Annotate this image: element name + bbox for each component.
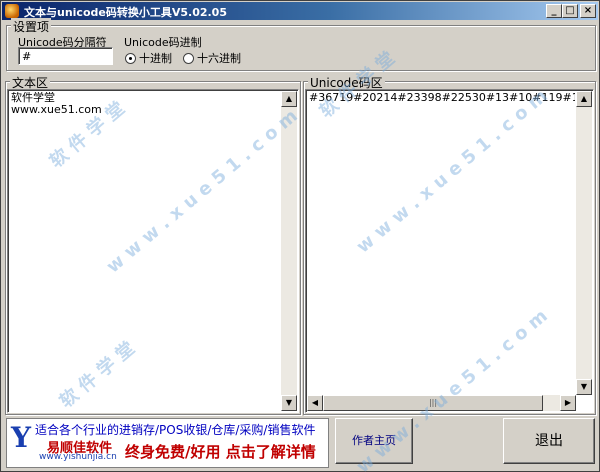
scroll-right-arrow-icon[interactable]: ▶ <box>560 395 576 411</box>
radio-hexadecimal-indicator[interactable] <box>183 52 194 64</box>
window-title: 文本与unicode码转换小工具V5.02.05 <box>24 6 227 19</box>
scroll-up-arrow-icon[interactable]: ▲ <box>576 91 592 107</box>
ad-url[interactable]: www.yishunjia.cn <box>39 452 117 462</box>
ad-banner[interactable]: Y 适合各个行业的进销存/POS收银/仓库/采购/销售软件 易顺佳软件 www.… <box>6 418 329 468</box>
scroll-thumb[interactable]: ||| <box>323 395 543 411</box>
settings-group: 设置项 Unicode码分隔符 Unicode码进制 十进制 十六进制 <box>6 18 596 71</box>
separator-input[interactable] <box>18 47 113 65</box>
radio-decimal-label: 十进制 <box>139 52 172 65</box>
scroll-left-arrow-icon[interactable]: ◀ <box>307 395 323 411</box>
author-homepage-button[interactable]: 作者主页 <box>335 418 413 464</box>
text-area-group: 文本区 软件学堂 www.xue51.com ▲ ▼ <box>5 74 301 415</box>
close-button[interactable]: × <box>580 4 596 18</box>
text-content[interactable]: 软件学堂 www.xue51.com <box>11 92 280 116</box>
scroll-down-arrow-icon[interactable]: ▼ <box>281 395 297 411</box>
unicode-vertical-scrollbar[interactable]: ▲ ▼ <box>576 91 592 395</box>
scroll-down-arrow-icon[interactable]: ▼ <box>576 379 592 395</box>
radio-hexadecimal-label: 十六进制 <box>197 52 241 65</box>
ad-headline[interactable]: 适合各个行业的进销存/POS收银/仓库/采购/销售软件 <box>35 421 315 438</box>
title-bar[interactable]: 文本与unicode码转换小工具V5.02.05 _ □ × <box>2 2 598 20</box>
minimize-button[interactable]: _ <box>546 4 562 18</box>
text-vertical-scrollbar[interactable]: ▲ ▼ <box>281 91 297 411</box>
unicode-content[interactable]: #36719#20214#23398#22530#13#10#119#119#1… <box>309 92 575 104</box>
radio-decimal[interactable]: 十进制 <box>125 50 172 66</box>
settings-legend: 设置项 <box>11 18 52 35</box>
radix-label: Unicode码进制 <box>124 36 202 49</box>
ad-tagline[interactable]: 终身免费/好用 点击了解详情 <box>125 441 316 462</box>
scroll-up-arrow-icon[interactable]: ▲ <box>281 91 297 107</box>
unicode-area-group: Unicode码区 #36719#20214#23398#22530#13#10… <box>303 74 596 415</box>
app-icon[interactable] <box>5 4 19 18</box>
radio-hexadecimal[interactable]: 十六进制 <box>183 50 241 66</box>
radio-decimal-indicator[interactable] <box>125 52 136 64</box>
maximize-button[interactable]: □ <box>562 4 578 18</box>
main-window: 文本与unicode码转换小工具V5.02.05 _ □ × 设置项 Unico… <box>0 0 600 472</box>
unicode-output-area[interactable]: #36719#20214#23398#22530#13#10#119#119#1… <box>305 89 594 413</box>
text-input-area[interactable]: 软件学堂 www.xue51.com ▲ ▼ <box>7 89 299 413</box>
unicode-horizontal-scrollbar[interactable]: ◀ ||| ▶ <box>307 395 576 411</box>
exit-button[interactable]: 退出 <box>503 418 595 464</box>
